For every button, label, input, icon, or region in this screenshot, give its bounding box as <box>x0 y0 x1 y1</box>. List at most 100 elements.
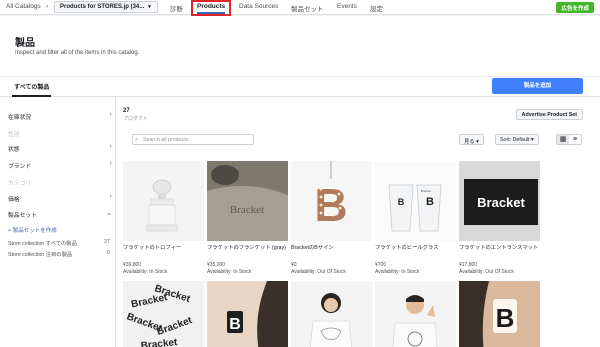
product-card[interactable]: B BracketのBサイン ¥0 Availability: Out Of S… <box>291 161 372 275</box>
product-availability: Availability: Out Of Stock <box>459 269 514 275</box>
mat-logo-text: Bracket <box>477 195 525 210</box>
grid-view-icon[interactable]: ▦ <box>557 135 569 144</box>
product-image-blanket: Bracket <box>207 161 288 241</box>
product-card[interactable]: ブラケットのトロフィー ¥39,800 Availability: In Sto… <box>123 161 204 275</box>
chevron-right-icon: › <box>109 160 112 167</box>
product-name: ブラケットのエントランスマット <box>459 245 539 251</box>
page-subtitle: Inspect and filter all of the items in t… <box>15 50 140 56</box>
product-set-count: 0 <box>107 250 110 256</box>
product-set-label: Store collection すべての製品 <box>8 241 77 247</box>
nav-data-sources[interactable]: Data Sources <box>239 3 278 10</box>
stickers-photo: Bracket Bracket Bracket Bracket Bracket <box>125 283 194 347</box>
nav-settings[interactable]: 設定 <box>370 3 383 13</box>
product-price: ¥35,000 <box>207 262 226 268</box>
product-card[interactable]: Bracket ブラケットのエントランスマット ¥17,800 Availabi… <box>459 161 540 275</box>
filter-label: 状態 <box>8 147 20 153</box>
product-availability: Availability: In Stock <box>123 269 168 275</box>
filter-availability[interactable]: 在庫状況 › <box>8 111 112 121</box>
filter-sidebar: 在庫状況 › 性別 状態 › ブランド › カテゴリ 価格 › 製品セット ⌄ + 製品セ… <box>0 97 116 347</box>
breadcrumb-all-catalogs[interactable]: All Catalogs <box>6 3 41 11</box>
chevron-right-icon: › <box>109 111 112 118</box>
product-set-count: 27 <box>104 239 110 245</box>
filter-condition[interactable]: 状態 › <box>8 143 112 153</box>
search-icon: ⌕ <box>135 137 139 143</box>
filter-label: 性別 <box>8 132 20 138</box>
product-price: ¥39,800 <box>123 262 142 268</box>
entrance-mat-photo: Bracket <box>459 161 540 241</box>
list-view-icon[interactable]: ≡ <box>569 135 581 144</box>
product-image-stickers: Bracket Bracket Bracket Bracket Bracket <box>123 281 204 347</box>
filter-price[interactable]: 価格 › <box>8 193 112 203</box>
b-sign-letter: B <box>314 179 347 231</box>
breadcrumb-separator-icon: › <box>46 3 49 10</box>
product-set-label: Store collection 注目の製品 <box>8 252 73 258</box>
product-card[interactable]: B <box>459 281 540 347</box>
top-nav-bar: All Catalogs › Products for STORES.jp (3… <box>0 0 600 16</box>
product-name: ブラケットのブランケット (gray) <box>207 245 286 251</box>
product-set-row[interactable]: Store collection すべての製品 27 <box>8 239 112 247</box>
nav-product-sets[interactable]: 製品セット <box>291 3 324 13</box>
catalog-select[interactable]: Products for STORES.jp (34... ▼ <box>54 1 158 13</box>
product-card[interactable] <box>375 281 456 347</box>
tshirt-man-photo <box>392 295 438 347</box>
b-sign-photo: B <box>314 161 348 231</box>
product-price: ¥17,800 <box>459 262 478 268</box>
blanket-photo: Bracket <box>207 161 288 241</box>
layout-toggle: ▦ ≡ <box>556 134 582 145</box>
product-image-earring-detail: B <box>459 281 540 347</box>
nav-events[interactable]: Events <box>337 3 357 10</box>
add-product-button[interactable]: 製品を追加 <box>492 78 583 94</box>
product-image-earring-model: B <box>207 281 288 347</box>
tab-all-products[interactable]: すべての製品 <box>11 82 52 97</box>
product-price: ¥0 <box>291 262 297 268</box>
highlight-box <box>191 0 231 16</box>
tabs-row: すべての製品 製品を追加 <box>0 76 600 97</box>
nav-diagnostics[interactable]: 診断 <box>170 3 183 13</box>
product-card[interactable]: Bracket Bracket Bracket Bracket Bracket <box>123 281 204 347</box>
product-name: ブラケットのトロフィー <box>123 245 182 251</box>
create-product-set-link[interactable]: + 製品セットを作成 <box>8 226 57 234</box>
tshirt-woman-photo <box>310 293 352 347</box>
product-count-label: プロダクト <box>123 116 149 122</box>
filter-label: 製品セット <box>8 213 37 219</box>
product-card[interactable]: Bracket ブラケットのブランケット (gray) ¥35,000 Avai… <box>207 161 288 275</box>
product-image-tshirt-man <box>375 281 456 347</box>
catalog-select-value: Products for STORES.jp (34... <box>60 4 145 10</box>
chevron-right-icon: › <box>109 193 112 200</box>
product-name: BracketのBサイン <box>291 245 334 251</box>
product-availability: Availability: In Stock <box>207 269 252 275</box>
filter-product-sets[interactable]: 製品セット ⌄ <box>8 210 112 219</box>
filter-label: ブランド <box>8 164 32 170</box>
filter-gender: 性別 <box>8 129 112 138</box>
product-image-b-sign: B <box>291 161 372 241</box>
search-placeholder: Search all products <box>143 137 189 143</box>
sticker-text: Bracket <box>155 315 194 338</box>
create-ad-button[interactable]: 広告を作成 <box>556 2 594 13</box>
earring-detail-photo: B <box>459 281 540 347</box>
earring-model-photo: B <box>207 281 288 347</box>
product-price: ¥700 <box>375 262 387 268</box>
chevron-right-icon: › <box>109 143 112 150</box>
sticker-text: Bracket <box>140 337 178 347</box>
glass-letter: B <box>398 197 405 207</box>
glass-letter: B <box>426 196 434 208</box>
glass-brand-text: Bracket <box>421 189 431 193</box>
advertise-product-set-button[interactable]: Advertise Product Set <box>515 109 583 120</box>
page-header: 製品 Inspect and filter all of the items i… <box>0 16 600 76</box>
earring-letter: B <box>229 316 241 333</box>
sort-dropdown[interactable]: Sort: Default ▾ <box>495 134 539 145</box>
product-name: ブラケットのビールグラス <box>375 245 439 251</box>
search-input[interactable]: ⌕ Search all products <box>132 134 254 145</box>
product-card[interactable]: B <box>207 281 288 347</box>
chevron-down-icon: ⌄ <box>106 210 112 217</box>
product-availability: Availability: Out Of Stock <box>291 269 346 275</box>
product-image-entrance-mat: Bracket <box>459 161 540 241</box>
product-count: 27 <box>123 108 130 114</box>
filter-brand[interactable]: ブランド › <box>8 160 112 170</box>
earring-letter: B <box>496 303 515 333</box>
product-card[interactable] <box>291 281 372 347</box>
filter-label: カテゴリ <box>8 181 32 187</box>
product-set-row[interactable]: Store collection 注目の製品 0 <box>8 250 112 258</box>
view-dropdown[interactable]: 見る ▾ <box>459 134 484 145</box>
product-card[interactable]: B B Bracket ブラケットのビールグラス ¥700 Availabili… <box>375 161 456 275</box>
